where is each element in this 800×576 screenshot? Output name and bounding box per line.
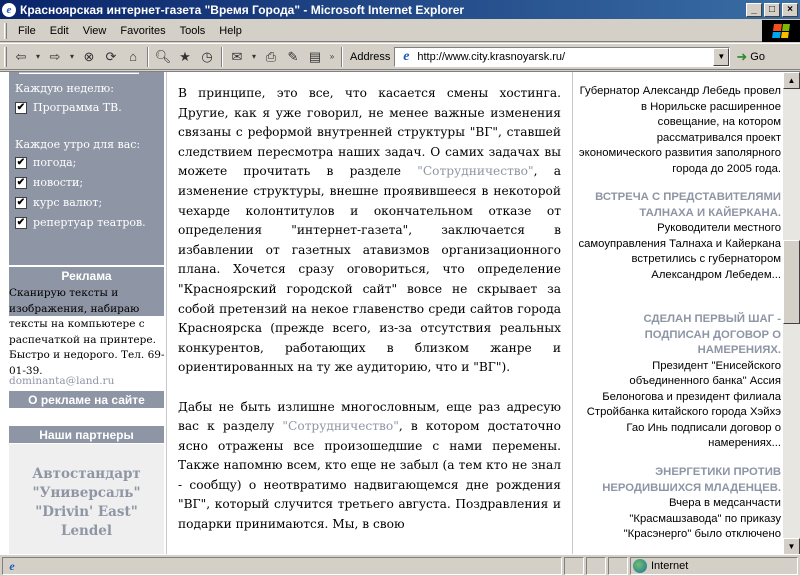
title-bar: e Красноярская интернет-газета "Время Го… <box>0 0 800 19</box>
checkbox-tv[interactable]: ✔ <box>15 101 27 114</box>
weekly-heading: Каждую неделю: <box>15 82 114 95</box>
address-dropdown-icon[interactable]: ▼ <box>713 47 730 66</box>
go-label: Go <box>750 50 765 63</box>
toolbar-grip[interactable] <box>4 46 7 67</box>
article-paragraph: Дабы не быть излишне многословным, еще р… <box>178 399 561 532</box>
news-text: Президент "Енисейского объединенного бан… <box>586 359 781 450</box>
scroll-up-icon[interactable]: ▲ <box>783 72 800 89</box>
partner-link[interactable]: Автостандарт <box>9 466 164 482</box>
home-icon[interactable]: ⌂ <box>122 46 144 68</box>
forward-arrow-icon[interactable]: ⇨ <box>44 46 66 68</box>
maximize-button[interactable]: □ <box>764 2 780 17</box>
news-item: СДЕЛАН ПЕРВЫЙ ШАГ - ПОДПИСАН ДОГОВОР О Н… <box>577 312 781 452</box>
ads-header: Реклама <box>9 265 164 284</box>
window-title: Красноярская интернет-газета "Время Горо… <box>20 2 465 17</box>
article-paragraph: В принципе, это все, что касается смены … <box>178 86 562 375</box>
edit-icon[interactable]: ✎ <box>282 46 304 68</box>
partner-link[interactable]: Lendel <box>9 523 164 539</box>
main-article: В принципе, это все, что касается смены … <box>178 84 561 554</box>
status-text-cell: e <box>2 556 562 575</box>
daily-heading: Каждое утро для вас: <box>15 138 141 151</box>
address-input[interactable]: http://www.city.krasnoyarsk.ru/ <box>417 51 713 63</box>
refresh-icon[interactable]: ⟳ <box>100 46 122 68</box>
go-arrow-icon: ➜ <box>736 48 748 64</box>
checkbox-theatre[interactable]: ✔ <box>15 216 27 229</box>
checkbox-currency[interactable]: ✔ <box>15 196 27 209</box>
back-dropdown-icon[interactable]: ▾ <box>32 46 44 68</box>
news-text: Руководители местного самоуправления Тал… <box>578 222 781 281</box>
news-item: ВСТРЕЧА С ПРЕДСТАВИТЕЛЯМИ ТАЛНАХА И КАЙЕ… <box>577 190 781 283</box>
partners-header: Наши партнеры <box>9 424 164 443</box>
minimize-button[interactable]: _ <box>746 2 762 17</box>
subscribe-news-option[interactable]: ✔ новости; <box>15 176 83 189</box>
scroll-thumb[interactable] <box>783 240 800 324</box>
search-icon[interactable]: 🔍︎ <box>152 46 174 68</box>
back-arrow-icon[interactable]: ⇦ <box>10 46 32 68</box>
globe-icon <box>633 558 647 573</box>
scroll-down-icon[interactable]: ▼ <box>783 538 800 554</box>
news-text: Вчера в медсанчасти "Красмашзавода" по п… <box>623 497 781 540</box>
discuss-icon[interactable]: ▤ <box>304 46 326 68</box>
subscribe-theatre-option[interactable]: ✔ репертуар театров. <box>15 216 146 229</box>
vertical-scrollbar[interactable]: ▲ ▼ <box>783 72 800 554</box>
toolbar: ⇦ ▾ ⇨ ▾ ⊗ ⟳ ⌂ 🔍︎ ★ ◷ ✉ ▾ ⎙ ✎ ▤ » Address… <box>0 43 800 70</box>
menu-bar: File Edit View Favorites Tools Help <box>0 20 800 42</box>
windows-logo-icon <box>762 20 800 42</box>
menu-grip[interactable] <box>4 22 7 39</box>
stop-icon[interactable]: ⊗ <box>78 46 100 68</box>
mail-dropdown-icon[interactable]: ▾ <box>248 46 260 68</box>
security-zone: Internet <box>630 556 798 575</box>
cooperation-link[interactable]: "Сотрудничество" <box>282 419 398 433</box>
page-viewport: Каждую неделю: ✔ Программа ТВ. Каждое ут… <box>0 71 800 554</box>
go-button[interactable]: ➜ Go <box>736 49 765 65</box>
partner-link[interactable]: "Drivin' East" <box>9 504 164 520</box>
news-item: ЭНЕРГЕТИКИ ПРОТИВ НЕРОДИВШИХСЯ МЛАДЕНЦЕВ… <box>577 465 781 543</box>
page-status-icon: e <box>9 558 15 573</box>
news-title[interactable]: ЭНЕРГЕТИКИ ПРОТИВ НЕРОДИВШИХСЯ МЛАДЕНЦЕВ… <box>577 465 781 496</box>
menu-view[interactable]: View <box>76 23 114 39</box>
cooperation-link[interactable]: "Сотрудничество" <box>417 164 533 178</box>
ads-email-link[interactable]: dominanta@land.ru <box>9 375 114 387</box>
left-column: Каждую неделю: ✔ Программа ТВ. Каждое ут… <box>0 72 172 554</box>
menu-file[interactable]: File <box>11 23 43 39</box>
subscribe-weather-option[interactable]: ✔ погода; <box>15 156 76 169</box>
menu-favorites[interactable]: Favorites <box>113 23 172 39</box>
menu-edit[interactable]: Edit <box>43 23 76 39</box>
partners-list: Автостандарт "Универсаль" "Drivin' East"… <box>9 444 164 554</box>
ie-icon[interactable]: e <box>2 2 16 17</box>
toolbar-chevron-icon[interactable]: » <box>326 46 338 68</box>
history-icon[interactable]: ◷ <box>196 46 218 68</box>
subscribe-tv-option[interactable]: ✔ Программа ТВ. <box>15 101 122 114</box>
menu-help[interactable]: Help <box>212 23 249 39</box>
favorites-icon[interactable]: ★ <box>174 46 196 68</box>
mail-icon[interactable]: ✉ <box>226 46 248 68</box>
news-text: Губернатор Александр Лебедь провел в Нор… <box>578 85 781 175</box>
ads-text: Сканирую тексты и изображения, набираю т… <box>9 287 165 377</box>
news-column: Губернатор Александр Лебедь провел в Нор… <box>572 72 782 554</box>
status-bar: e Internet <box>0 554 800 576</box>
checkbox-news[interactable]: ✔ <box>15 176 27 189</box>
address-label: Address <box>350 50 391 63</box>
page-icon: e <box>403 48 410 64</box>
print-icon[interactable]: ⎙ <box>260 46 282 68</box>
close-button[interactable]: × <box>782 2 798 17</box>
menu-tools[interactable]: Tools <box>173 23 213 39</box>
news-title[interactable]: СДЕЛАН ПЕРВЫЙ ШАГ - ПОДПИСАН ДОГОВОР О Н… <box>577 312 781 359</box>
forward-dropdown-icon[interactable]: ▾ <box>66 46 78 68</box>
checkbox-weather[interactable]: ✔ <box>15 156 27 169</box>
address-bar[interactable]: e http://www.city.krasnoyarsk.ru/ ▼ <box>394 46 731 67</box>
subscribe-currency-option[interactable]: ✔ курс валют; <box>15 196 102 209</box>
zone-label: Internet <box>651 559 689 572</box>
news-item: Губернатор Александр Лебедь провел в Нор… <box>577 84 781 177</box>
partner-link[interactable]: "Универсаль" <box>9 485 164 501</box>
about-ads-link[interactable]: О рекламе на сайте <box>9 389 164 408</box>
news-title[interactable]: ВСТРЕЧА С ПРЕДСТАВИТЕЛЯМИ ТАЛНАХА И КАЙЕ… <box>577 190 781 221</box>
